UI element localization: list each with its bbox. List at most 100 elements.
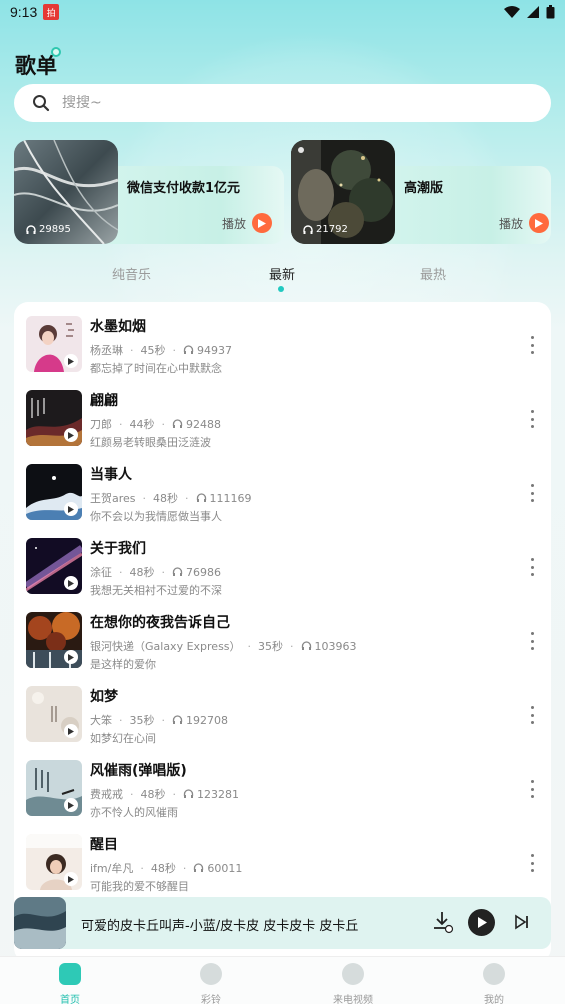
more-options-icon[interactable] [527, 854, 537, 872]
more-options-icon[interactable] [527, 484, 537, 502]
featured-title: 高潮版 [404, 181, 444, 196]
headphones-icon [183, 345, 194, 354]
song-cover[interactable] [26, 612, 82, 668]
more-options-icon[interactable] [527, 632, 537, 650]
song-plays: 103963 [314, 639, 357, 653]
song-cover[interactable] [26, 316, 82, 372]
play-icon [64, 428, 78, 442]
song-cover[interactable] [26, 834, 82, 890]
song-title: 关于我们 [90, 541, 146, 557]
mini-player[interactable]: 可爱的皮卡丘叫声-小蓝/皮卡皮 皮卡皮卡 皮卡丘 [14, 897, 551, 949]
wifi-icon [504, 6, 520, 18]
song-artist: 银河快递（Galaxy Express） [90, 640, 241, 653]
song-title: 当事人 [90, 467, 132, 483]
list-item[interactable]: 风催雨(弹唱版) 费戒戒 · 48秒 · 123281 亦不怜人的风催雨 [14, 746, 551, 820]
play-button[interactable] [468, 909, 495, 936]
song-title: 醒目 [90, 837, 118, 853]
download-icon[interactable] [432, 910, 454, 934]
search-input[interactable] [62, 95, 462, 111]
song-title: 翩翩 [90, 393, 118, 409]
featured-title: 微信支付收款1亿元 [127, 181, 241, 196]
play-icon [64, 798, 78, 812]
song-duration: 48秒 [153, 492, 179, 505]
search-bar[interactable] [14, 84, 551, 122]
song-description: 我想无关相衬不过爱的不深 [90, 584, 222, 597]
song-cover[interactable] [26, 538, 82, 594]
song-title: 水墨如烟 [90, 319, 146, 335]
bottom-navigation: 首页 彩铃 来电视频 我的 [0, 956, 565, 1004]
song-artist: 刀郎 [90, 418, 112, 431]
song-description: 是这样的爱你 [90, 658, 156, 671]
song-plays: 94937 [197, 343, 232, 357]
next-track-icon[interactable] [514, 914, 530, 930]
headphones-icon [172, 567, 183, 576]
bell-icon [200, 963, 222, 985]
tab-hottest[interactable]: 最热 [420, 264, 446, 283]
status-time: 9:13 [10, 4, 38, 20]
tab-latest[interactable]: 最新 [269, 264, 295, 283]
featured-cover-image[interactable]: 21792 [291, 140, 395, 244]
play-icon [64, 872, 78, 886]
list-item[interactable]: 关于我们 涂征 · 48秒 · 76986 我想无关相衬不过爱的不深 [14, 524, 551, 598]
tab-pure-music[interactable]: 纯音乐 [112, 264, 151, 283]
song-meta: 杨丞琳 · 45秒 · 94937 [90, 343, 232, 358]
song-cover[interactable] [26, 686, 82, 742]
featured-play-button[interactable]: 播放 [499, 213, 550, 233]
song-description: 亦不怜人的风催雨 [90, 806, 178, 819]
list-item[interactable]: 水墨如烟 杨丞琳 · 45秒 · 94937 都忘掉了时间在心中默默念 [14, 302, 551, 376]
more-options-icon[interactable] [527, 780, 537, 798]
nav-item-call-video[interactable]: 来电视频 [313, 963, 393, 1004]
song-artist: 大笨 [90, 714, 112, 727]
headphones-icon [196, 493, 206, 502]
list-item[interactable]: 当事人 王贺ares · 48秒 · 111169 你不会以为我情愿做当事人 [14, 450, 551, 524]
song-meta: 王贺ares · 48秒 · 111169 [90, 491, 252, 506]
more-options-icon[interactable] [527, 410, 537, 428]
headphones-icon [26, 224, 36, 234]
more-options-icon[interactable] [527, 706, 537, 724]
play-icon [252, 213, 273, 233]
song-description: 你不会以为我情愿做当事人 [90, 510, 222, 523]
phone-icon [342, 963, 364, 985]
featured-play-label: 播放 [222, 216, 247, 231]
headphones-icon [194, 863, 204, 872]
song-cover[interactable] [26, 464, 82, 520]
more-options-icon[interactable] [527, 336, 537, 354]
battery-icon [546, 5, 555, 19]
song-title: 风催雨(弹唱版) [90, 763, 187, 779]
featured-play-count: 29895 [26, 224, 71, 235]
song-duration: 45秒 [140, 344, 166, 357]
more-options-icon[interactable] [527, 558, 537, 576]
play-icon [529, 213, 550, 233]
profile-icon [483, 963, 505, 985]
nav-label: 彩铃 [201, 995, 221, 1004]
headphones-icon [183, 789, 194, 798]
status-bar: 9:13 拍 [0, 0, 565, 24]
list-item[interactable]: 如梦 大笨 · 35秒 · 192708 如梦幻在心间 [14, 672, 551, 746]
song-duration: 35秒 [129, 714, 155, 727]
list-item[interactable]: 翩翩 刀郎 · 44秒 · 92488 红颜易老转眼桑田泛涟波 [14, 376, 551, 450]
song-cover[interactable] [26, 390, 82, 446]
song-cover[interactable] [26, 760, 82, 816]
nav-item-home[interactable]: 首页 [30, 963, 110, 1004]
app-notification-icon: 拍 [43, 4, 60, 20]
song-plays: 92488 [186, 417, 221, 431]
featured-cover-image[interactable]: 29895 [14, 140, 118, 244]
featured-play-button[interactable]: 播放 [222, 213, 273, 233]
player-song-title: 可爱的皮卡丘叫声-小蓝/皮卡皮 皮卡皮卡 皮卡丘 [81, 919, 359, 934]
headphones-icon [172, 715, 183, 724]
list-item[interactable]: 醒目 ifm/牟凡 · 48秒 · 60011 可能我的爱不够醒目 [14, 820, 551, 894]
song-title: 如梦 [90, 689, 118, 705]
song-meta: 刀郎 · 44秒 · 92488 [90, 417, 221, 432]
song-duration: 35秒 [258, 640, 284, 653]
featured-card[interactable]: 29895 微信支付收款1亿元 播放 [14, 140, 284, 244]
nav-item-ringtone[interactable]: 彩铃 [171, 963, 251, 1004]
featured-card[interactable]: 21792 高潮版 播放 [291, 140, 551, 244]
list-item[interactable]: 在想你的夜我告诉自己 银河快递（Galaxy Express） · 35秒 · 10… [14, 598, 551, 672]
play-icon [64, 354, 78, 368]
nav-item-profile[interactable]: 我的 [454, 963, 534, 1004]
song-duration: 48秒 [150, 862, 176, 875]
home-icon [59, 963, 81, 985]
nav-label: 我的 [484, 995, 504, 1004]
signal-icon [527, 6, 539, 18]
player-cover[interactable] [14, 897, 66, 949]
